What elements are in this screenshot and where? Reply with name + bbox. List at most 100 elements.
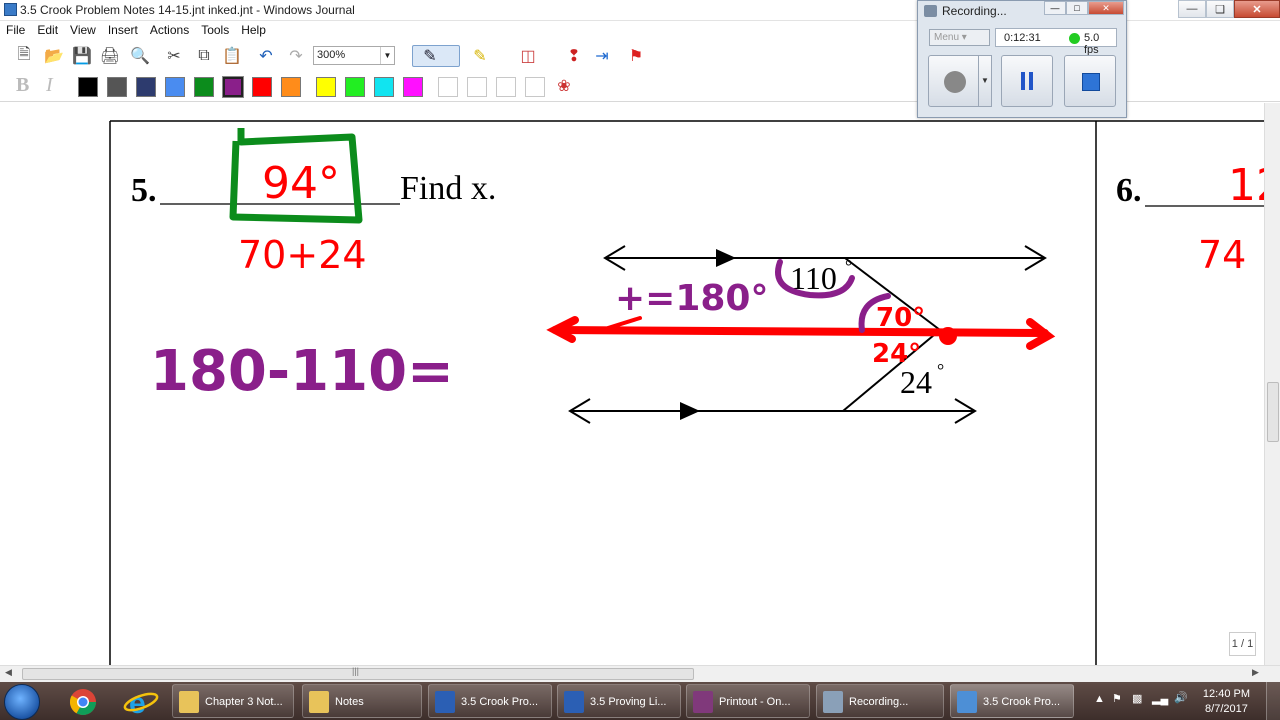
color-swatch[interactable] (165, 77, 185, 97)
recorder-minimize-button[interactable]: — (1044, 1, 1066, 15)
scroll-right-icon[interactable]: ▶ (1252, 667, 1259, 678)
problem-5-number: 5. (131, 172, 157, 209)
start-button[interactable] (4, 684, 40, 720)
save-icon[interactable]: 💾 (70, 44, 94, 68)
menu-tools[interactable]: Tools (195, 21, 235, 39)
scroll-left-icon[interactable]: ◀ (5, 667, 12, 678)
pen-width-swatch[interactable] (467, 77, 487, 97)
paste-icon[interactable]: 📋 (220, 44, 244, 68)
recorder-close-button[interactable]: ✕ (1088, 1, 1124, 15)
cut-icon[interactable]: ✂ (162, 44, 186, 68)
new-note-icon[interactable]: 🗎 (12, 44, 36, 68)
journal-app-icon (4, 3, 17, 16)
redo-icon[interactable]: ↷ (284, 44, 308, 68)
recorder-maximize-button[interactable]: □ (1066, 1, 1088, 15)
scroll-grip-icon: ||| (352, 666, 360, 676)
internet-explorer-icon[interactable]: e (116, 685, 166, 718)
show-desktop-button[interactable] (1266, 682, 1280, 720)
color-swatch[interactable] (78, 77, 98, 97)
color-swatch[interactable] (194, 77, 214, 97)
show-hidden-icons[interactable]: ▲ (1094, 693, 1105, 705)
network-icon[interactable]: ▂▄ (1152, 692, 1168, 705)
color-swatch[interactable] (222, 76, 244, 98)
color-picker-icon[interactable]: ❀ (552, 74, 576, 98)
stop-button[interactable] (1064, 55, 1116, 107)
menu-help[interactable]: Help (235, 21, 272, 39)
angle-24-label: 24 (900, 364, 932, 400)
elapsed-time: 0:12:31 (1004, 32, 1041, 44)
menu-actions[interactable]: Actions (144, 21, 195, 39)
pen-width-swatch[interactable] (525, 77, 545, 97)
color-swatch[interactable] (252, 77, 272, 97)
taskbar-item[interactable]: 3.5 Crook Pro... (428, 684, 552, 718)
supplementary-note: +=180° (615, 278, 768, 319)
onenote-icon (693, 691, 713, 713)
menu-edit[interactable]: Edit (31, 21, 64, 39)
status-indicator-icon (1069, 33, 1080, 44)
window-title: 3.5 Crook Problem Notes 14-15.jnt inked.… (20, 3, 355, 17)
split-angle-bottom: 24° (872, 339, 921, 369)
taskbar-item-label: 3.5 Crook Pro... (983, 696, 1061, 708)
vertical-scroll-thumb[interactable] (1267, 382, 1279, 442)
bold-icon[interactable]: B (16, 74, 29, 97)
taskbar-item[interactable]: 3.5 Proving Li... (557, 684, 681, 718)
color-swatch[interactable] (281, 77, 301, 97)
recorder-title: Recording... (942, 4, 1007, 18)
menu-file[interactable]: File (0, 21, 31, 39)
print-preview-icon[interactable]: 🖨 (98, 44, 122, 68)
color-swatch[interactable] (403, 77, 423, 97)
zoom-value: 300% (317, 49, 346, 61)
color-swatch[interactable] (136, 77, 156, 97)
clock-time: 12:40 PM (1202, 688, 1250, 700)
journal-canvas[interactable]: 5. Find x. 94° 70+24 180-110= 110 ° 24 °… (0, 103, 1264, 665)
taskbar-item[interactable]: 3.5 Crook Pro... (950, 684, 1074, 718)
menu-view[interactable]: View (64, 21, 102, 39)
flag-icon[interactable]: ⚑ (624, 44, 648, 68)
taskbar-item-label: Notes (335, 696, 364, 708)
copy-icon[interactable]: ⧉ (192, 44, 216, 68)
zoom-select[interactable]: 300% ▼ (313, 46, 395, 65)
menu-insert[interactable]: Insert (102, 21, 144, 39)
pen-width-swatch[interactable] (496, 77, 516, 97)
taskbar-item[interactable]: Printout - On... (686, 684, 810, 718)
taskbar-item[interactable]: Chapter 3 Not... (172, 684, 294, 718)
open-icon[interactable]: 📂 (42, 44, 66, 68)
system-tray: ▲ ⚑ ▩ ▂▄ 🔊 12:40 PM 8/7/2017 (1080, 682, 1280, 720)
record-options-dropdown[interactable]: ▼ (978, 55, 992, 107)
taskbar-item[interactable]: Recording... (816, 684, 944, 718)
work-6-partial: 74 (1198, 233, 1246, 277)
horizontal-scrollbar[interactable]: ◀ ||| ▶ (0, 665, 1280, 682)
highlighter-icon[interactable]: ✎ (468, 44, 492, 68)
minimize-button[interactable]: — (1178, 0, 1206, 18)
folder-icon (179, 691, 199, 713)
device-tray-icon[interactable]: ▩ (1132, 692, 1142, 705)
lasso-icon[interactable]: ❢ (562, 44, 586, 68)
work-sum: 70+24 (238, 233, 367, 277)
chrome-icon[interactable] (58, 685, 108, 718)
recorder-menu-button[interactable]: Menu ▾ (929, 29, 990, 46)
problem-5-prompt: Find x. (400, 170, 496, 207)
italic-icon[interactable]: I (46, 74, 53, 97)
eraser-icon[interactable]: ◫ (516, 44, 540, 68)
color-swatch[interactable] (345, 77, 365, 97)
pen-width-swatch[interactable] (438, 77, 458, 97)
chevron-down-icon: ▼ (380, 47, 394, 64)
color-swatch[interactable] (316, 77, 336, 97)
maximize-button[interactable]: ❑ (1206, 0, 1234, 18)
volume-icon[interactable]: 🔊 (1174, 691, 1188, 704)
clock[interactable]: 12:40 PM 8/7/2017 (1203, 687, 1250, 717)
close-button[interactable]: ✕ (1234, 0, 1280, 18)
taskbar-item-label: 3.5 Crook Pro... (461, 696, 539, 708)
svg-text:e: e (129, 687, 146, 718)
vertical-scrollbar[interactable] (1264, 103, 1280, 665)
flag-tray-icon[interactable]: ⚑ (1112, 692, 1122, 705)
insert-space-icon[interactable]: ⇥ (590, 44, 614, 68)
color-swatch[interactable] (107, 77, 127, 97)
word-icon (435, 691, 455, 713)
undo-icon[interactable]: ↶ (254, 44, 278, 68)
taskbar-item[interactable]: Notes (302, 684, 422, 718)
color-swatch[interactable] (374, 77, 394, 97)
find-icon[interactable]: 🔍 (128, 44, 152, 68)
taskbar-item-label: Recording... (849, 696, 909, 708)
pause-button[interactable] (1001, 55, 1053, 107)
